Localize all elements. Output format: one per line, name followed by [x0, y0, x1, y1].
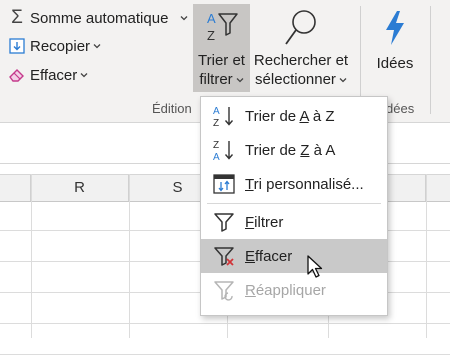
find-select-label-line1: Rechercher et: [253, 52, 349, 69]
svg-text:A: A: [213, 106, 220, 117]
menu-item-reapply: Réappliquer: [201, 273, 387, 307]
column-header-r[interactable]: R: [31, 175, 129, 201]
column-header-blank[interactable]: [0, 175, 31, 201]
ideas-button[interactable]: Idées: [366, 4, 424, 92]
autosum-label: Somme automatique: [30, 9, 169, 27]
sort-za-icon: Z A: [211, 137, 237, 163]
custom-sort-icon: [211, 171, 237, 197]
menu-item-filter[interactable]: Filtrer: [201, 205, 387, 239]
svg-text:A: A: [207, 11, 216, 26]
svg-text:Z: Z: [213, 118, 219, 128]
chevron-down-icon: [93, 44, 101, 49]
find-select-button[interactable]: Rechercher et sélectionner: [252, 4, 350, 92]
svg-text:Z: Z: [207, 28, 215, 43]
lightning-icon: [383, 10, 407, 46]
chevron-down-icon: [236, 78, 244, 83]
menu-item-label: Trier de A à Z: [245, 107, 335, 125]
fill-label: Recopier: [30, 37, 91, 55]
menu-separator: [207, 203, 381, 204]
menu-item-label: Tri personnalisé...: [245, 175, 364, 193]
chevron-down-icon: [80, 73, 88, 78]
reapply-icon: [211, 277, 237, 303]
menu-item-label: Effacer: [245, 247, 293, 265]
filter-icon: [211, 209, 237, 235]
sheet-row[interactable]: [0, 324, 450, 355]
svg-text:A: A: [213, 152, 220, 162]
ideas-label: Idées: [376, 55, 414, 72]
fill-down-icon: [8, 37, 26, 55]
find-select-label-line2: sélectionner: [252, 70, 350, 89]
chevron-down-icon[interactable]: [180, 14, 188, 22]
clear-button[interactable]: Effacer: [8, 66, 88, 84]
menu-item-label: Filtrer: [245, 213, 284, 231]
editing-group-label: Édition: [152, 101, 192, 116]
column-header[interactable]: [426, 175, 450, 201]
group-separator: [430, 6, 431, 114]
sort-filter-label-line2: filtrer: [193, 70, 250, 89]
fill-button[interactable]: Recopier: [8, 37, 101, 55]
sigma-icon: Σ: [11, 7, 23, 28]
menu-item-custom-sort[interactable]: Tri personnalisé...: [201, 167, 387, 201]
autosum-button[interactable]: Σ Somme automatique: [8, 7, 188, 28]
menu-item-label: Trier de Z à A: [245, 141, 336, 159]
sort-filter-label-line1: Trier et: [198, 52, 245, 69]
eraser-icon: [8, 66, 26, 84]
magnifier-icon: [283, 8, 319, 48]
menu-item-label: Réappliquer: [245, 281, 326, 299]
menu-item-clear-filter[interactable]: Effacer: [201, 239, 387, 273]
mouse-pointer-icon: [307, 255, 323, 278]
clear-label: Effacer: [30, 66, 78, 84]
sort-filter-button[interactable]: A Z Trier et filtrer: [193, 4, 250, 92]
sort-filter-icon: A Z: [205, 10, 239, 44]
menu-item-sort-z-a[interactable]: Z A Trier de Z à A: [201, 133, 387, 167]
sort-az-icon: A Z: [211, 103, 237, 129]
sort-filter-menu: A Z Trier de A à Z Z A Trier de Z à A Tr…: [200, 96, 388, 316]
menu-item-sort-a-z[interactable]: A Z Trier de A à Z: [201, 99, 387, 133]
svg-text:Z: Z: [213, 140, 219, 151]
chevron-down-icon: [339, 78, 347, 83]
clear-filter-icon: [211, 243, 237, 269]
ideas-group-label: dées: [386, 101, 415, 116]
